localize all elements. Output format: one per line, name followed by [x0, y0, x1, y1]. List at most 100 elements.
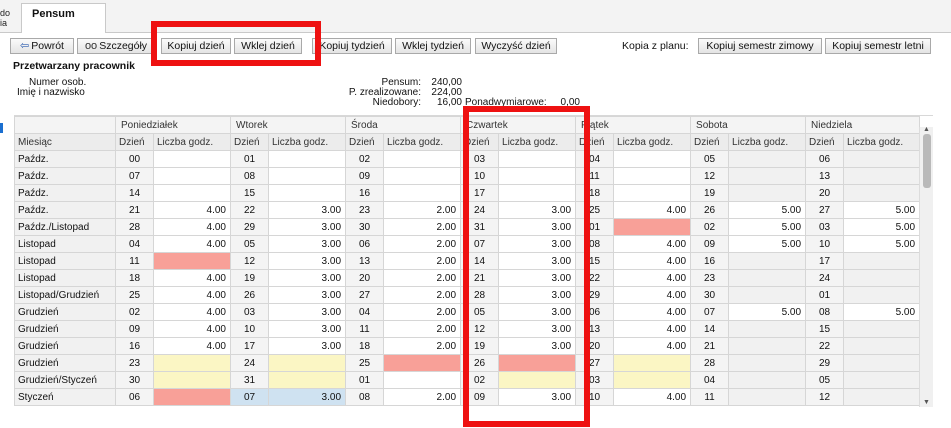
day-number-cell[interactable]: 10	[230, 320, 269, 338]
day-number-cell[interactable]: 06	[115, 388, 154, 406]
hours-cell[interactable]: 2.00	[383, 201, 462, 219]
day-number-cell[interactable]: 25	[345, 354, 385, 372]
hours-cell[interactable]: 5.00	[728, 201, 807, 219]
day-number-cell[interactable]: 02	[345, 150, 385, 168]
hours-cell[interactable]	[728, 184, 807, 202]
hours-cell[interactable]	[613, 150, 692, 168]
tab-pensum[interactable]: Pensum	[21, 3, 106, 33]
hours-cell[interactable]: 4.00	[613, 269, 692, 287]
day-number-cell[interactable]: 01	[805, 286, 845, 304]
day-number-cell[interactable]: 18	[345, 337, 385, 355]
hours-cell[interactable]: 4.00	[153, 337, 231, 355]
day-number-cell[interactable]: 11	[345, 320, 385, 338]
hours-cell[interactable]: 3.00	[267, 201, 347, 219]
day-number-cell[interactable]: 02	[115, 303, 154, 321]
hours-cell[interactable]	[613, 167, 692, 185]
paste-week-button[interactable]: Wklej tydzień	[395, 38, 471, 54]
hours-cell[interactable]: 3.00	[267, 388, 347, 406]
day-number-cell[interactable]: 13	[345, 252, 385, 270]
day-number-cell[interactable]: 24	[805, 269, 845, 287]
copy-winter-semester-button[interactable]: Kopiuj semestr zimowy	[698, 38, 822, 54]
day-number-cell[interactable]: 04	[690, 371, 730, 389]
day-number-cell[interactable]: 25	[115, 286, 154, 304]
day-number-cell[interactable]: 03	[805, 218, 845, 236]
hours-cell[interactable]: 4.00	[613, 303, 692, 321]
day-number-cell[interactable]: 16	[115, 337, 154, 355]
hours-column-header[interactable]: Liczba godz.	[728, 133, 807, 151]
day-number-cell[interactable]: 01	[345, 371, 385, 389]
day-number-cell[interactable]: 08	[230, 167, 269, 185]
hours-cell[interactable]	[843, 252, 921, 270]
hours-column-header[interactable]: Liczba godz.	[153, 133, 231, 151]
day-number-cell[interactable]: 20	[345, 269, 385, 287]
day-number-cell[interactable]: 01	[230, 150, 269, 168]
hours-cell[interactable]	[843, 354, 921, 372]
hours-cell[interactable]: 2.00	[383, 252, 462, 270]
day-number-cell[interactable]: 28	[690, 354, 730, 372]
hours-cell[interactable]: 2.00	[383, 388, 462, 406]
hours-cell[interactable]: 2.00	[383, 286, 462, 304]
vertical-scrollbar[interactable]: ▲ ▼	[919, 126, 933, 407]
hours-cell[interactable]	[153, 150, 231, 168]
hours-column-header[interactable]: Liczba godz.	[613, 133, 692, 151]
day-number-cell[interactable]: 29	[230, 218, 269, 236]
day-number-cell[interactable]: 21	[690, 337, 730, 355]
hours-cell[interactable]	[728, 371, 807, 389]
day-number-cell[interactable]: 22	[230, 201, 269, 219]
hours-column-header[interactable]: Liczba godz.	[843, 133, 921, 151]
hours-cell[interactable]	[383, 184, 462, 202]
day-number-cell[interactable]: 31	[230, 371, 269, 389]
details-button[interactable]: oo Szczegóły	[77, 38, 155, 54]
day-number-cell[interactable]: 06	[805, 150, 845, 168]
hours-cell[interactable]	[843, 371, 921, 389]
day-number-cell[interactable]: 30	[690, 286, 730, 304]
day-number-cell[interactable]: 16	[345, 184, 385, 202]
hours-cell[interactable]: 4.00	[153, 303, 231, 321]
hours-cell[interactable]	[613, 354, 692, 372]
hours-cell[interactable]	[843, 337, 921, 355]
day-number-cell[interactable]: 05	[230, 235, 269, 253]
day-number-cell[interactable]: 23	[115, 354, 154, 372]
hours-cell[interactable]	[843, 320, 921, 338]
hours-cell[interactable]: 2.00	[383, 269, 462, 287]
hours-cell[interactable]	[267, 371, 347, 389]
hours-cell[interactable]: 3.00	[267, 269, 347, 287]
hours-cell[interactable]	[843, 388, 921, 406]
hours-cell[interactable]: 5.00	[728, 235, 807, 253]
hours-cell[interactable]: 4.00	[153, 235, 231, 253]
copy-summer-semester-button[interactable]: Kopiuj semestr letni	[825, 38, 931, 54]
hours-cell[interactable]	[728, 286, 807, 304]
day-number-cell[interactable]: 15	[805, 320, 845, 338]
day-number-cell[interactable]: 07	[230, 388, 269, 406]
day-number-cell[interactable]: 19	[230, 269, 269, 287]
scrollbar-thumb[interactable]	[923, 134, 931, 188]
hours-cell[interactable]: 4.00	[613, 286, 692, 304]
hours-cell[interactable]	[153, 371, 231, 389]
hours-cell[interactable]	[383, 167, 462, 185]
day-number-cell[interactable]: 17	[805, 252, 845, 270]
day-number-cell[interactable]: 27	[345, 286, 385, 304]
day-number-cell[interactable]: 04	[115, 235, 154, 253]
day-number-cell[interactable]: 07	[115, 167, 154, 185]
day-number-cell[interactable]: 22	[805, 337, 845, 355]
hours-cell[interactable]: 2.00	[383, 320, 462, 338]
day-number-cell[interactable]: 12	[690, 167, 730, 185]
hours-cell[interactable]	[267, 167, 347, 185]
hours-cell[interactable]: 4.00	[613, 235, 692, 253]
hours-cell[interactable]: 2.00	[383, 303, 462, 321]
hours-cell[interactable]: 3.00	[267, 286, 347, 304]
hours-cell[interactable]: 4.00	[613, 337, 692, 355]
hours-cell[interactable]: 4.00	[613, 320, 692, 338]
day-number-cell[interactable]: 30	[115, 371, 154, 389]
hours-cell[interactable]	[728, 354, 807, 372]
day-number-cell[interactable]: 27	[805, 201, 845, 219]
scroll-down-icon[interactable]: ▼	[923, 399, 930, 406]
day-number-cell[interactable]: 15	[230, 184, 269, 202]
hours-cell[interactable]	[843, 167, 921, 185]
day-number-column-header[interactable]: Dzień	[345, 133, 385, 151]
day-number-cell[interactable]: 09	[690, 235, 730, 253]
day-number-cell[interactable]: 07	[690, 303, 730, 321]
day-number-column-header[interactable]: Dzień	[690, 133, 730, 151]
hours-cell[interactable]	[843, 286, 921, 304]
hours-cell[interactable]	[728, 252, 807, 270]
